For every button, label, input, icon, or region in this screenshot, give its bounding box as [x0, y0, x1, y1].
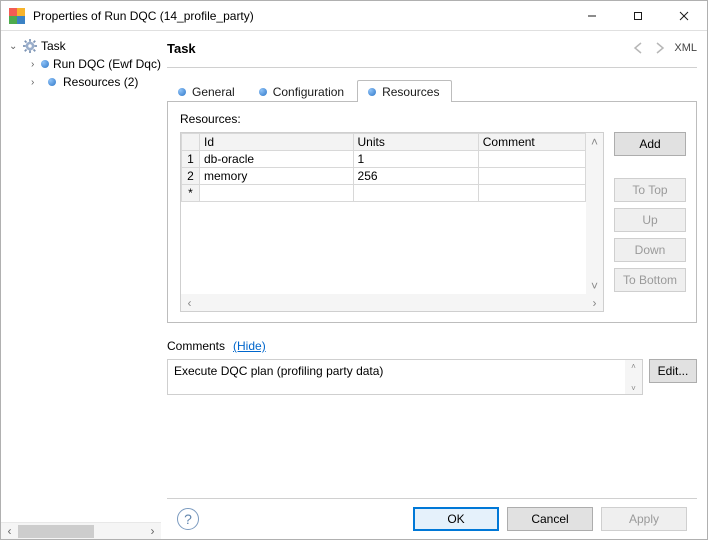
cell-id[interactable]: db-oracle — [200, 151, 354, 168]
comments-label: Comments — [167, 339, 225, 353]
tree-node-resources[interactable]: › Resources (2) — [5, 73, 161, 91]
ok-button[interactable]: OK — [413, 507, 499, 531]
maximize-button[interactable] — [615, 1, 661, 31]
edit-comments-button[interactable]: Edit... — [649, 359, 697, 383]
minimize-button[interactable] — [569, 1, 615, 31]
expand-icon[interactable]: › — [31, 77, 41, 88]
scroll-down-icon[interactable]: ˅ — [625, 382, 642, 394]
bullet-icon — [41, 57, 49, 71]
bullet-icon — [368, 88, 376, 96]
col-header-comment[interactable]: Comment — [478, 134, 585, 151]
to-top-button[interactable]: To Top — [614, 178, 686, 202]
tree-node-label: Task — [41, 39, 66, 53]
row-header: * — [182, 185, 200, 202]
comments-hide-link[interactable]: (Hide) — [233, 339, 266, 353]
table-row[interactable]: 2 memory 256 — [182, 168, 586, 185]
nav-back-icon[interactable] — [630, 39, 648, 57]
cell-units[interactable] — [353, 185, 478, 202]
window-title: Properties of Run DQC (14_profile_party) — [33, 9, 569, 23]
grid-button-column: Add To Top Up Down To Bottom — [614, 132, 686, 312]
tab-bar: General Configuration Resources — [167, 76, 697, 102]
comments-text: Execute DQC plan (profiling party data) — [168, 360, 625, 394]
scroll-right-icon[interactable]: › — [586, 294, 603, 311]
tree-node-run-dqc[interactable]: › Run DQC (Ewf Dqc) — [5, 55, 161, 73]
app-icon — [9, 8, 25, 24]
grid-corner — [182, 134, 200, 151]
table-row-new[interactable]: * — [182, 185, 586, 202]
tree-node-label: Resources (2) — [63, 75, 138, 89]
page-title: Task — [167, 41, 628, 56]
tab-general[interactable]: General — [167, 80, 248, 102]
apply-button[interactable]: Apply — [601, 507, 687, 531]
close-button[interactable] — [661, 1, 707, 31]
tree-node-task[interactable]: ⌄ Task — [5, 37, 161, 55]
row-header: 1 — [182, 151, 200, 168]
cell-comment[interactable] — [478, 151, 585, 168]
tab-label: General — [192, 85, 235, 99]
expand-icon[interactable]: ⌄ — [9, 41, 19, 52]
sidebar-hscrollbar[interactable]: ‹ › — [1, 522, 161, 539]
cancel-button[interactable]: Cancel — [507, 507, 593, 531]
scroll-down-icon[interactable]: ˅ — [586, 277, 603, 294]
comments-section: Comments (Hide) Execute DQC plan (profil… — [167, 339, 697, 395]
to-bottom-button[interactable]: To Bottom — [614, 268, 686, 292]
comments-vscrollbar[interactable]: ˄ ˅ — [625, 360, 642, 394]
bullet-icon — [45, 75, 59, 89]
titlebar: Properties of Run DQC (14_profile_party) — [1, 1, 707, 31]
tab-label: Resources — [382, 85, 439, 99]
tree-node-label: Run DQC (Ewf Dqc) — [53, 57, 161, 71]
table-row[interactable]: 1 db-oracle 1 — [182, 151, 586, 168]
up-button[interactable]: Up — [614, 208, 686, 232]
gear-icon — [23, 39, 37, 53]
scroll-left-icon[interactable]: ‹ — [181, 294, 198, 311]
cell-id[interactable]: memory — [200, 168, 354, 185]
col-header-units[interactable]: Units — [353, 134, 478, 151]
bullet-icon — [178, 88, 186, 96]
cell-units[interactable]: 256 — [353, 168, 478, 185]
scroll-up-icon[interactable]: ˄ — [586, 133, 603, 150]
down-button[interactable]: Down — [614, 238, 686, 262]
scroll-up-icon[interactable]: ˄ — [625, 360, 642, 372]
add-button[interactable]: Add — [614, 132, 686, 156]
expand-icon[interactable]: › — [31, 59, 37, 70]
resources-grid[interactable]: Id Units Comment 1 db-oracle 1 — [180, 132, 604, 312]
dialog-footer: ? OK Cancel Apply — [167, 498, 697, 539]
main-panel: Task XML General Configuration — [161, 31, 707, 539]
tab-configuration[interactable]: Configuration — [248, 80, 357, 102]
cell-id[interactable] — [200, 185, 354, 202]
xml-link[interactable]: XML — [674, 42, 697, 54]
sidebar: ⌄ Task › Run DQC (Ewf Dqc) › Resources (… — [1, 31, 161, 539]
resources-group-label: Resources: — [180, 112, 686, 126]
scroll-left-icon[interactable]: ‹ — [1, 523, 18, 540]
tab-label: Configuration — [273, 85, 344, 99]
cell-comment[interactable] — [478, 185, 585, 202]
col-header-id[interactable]: Id — [200, 134, 354, 151]
grid-vscrollbar[interactable]: ˄ ˅ — [586, 133, 603, 294]
nav-forward-icon[interactable] — [650, 39, 668, 57]
help-icon[interactable]: ? — [177, 508, 199, 530]
cell-comment[interactable] — [478, 168, 585, 185]
tab-resources[interactable]: Resources — [357, 80, 452, 102]
scroll-right-icon[interactable]: › — [144, 523, 161, 540]
scroll-thumb[interactable] — [18, 525, 94, 538]
row-header: 2 — [182, 168, 200, 185]
bullet-icon — [259, 88, 267, 96]
comments-textarea[interactable]: Execute DQC plan (profiling party data) … — [167, 359, 643, 395]
cell-units[interactable]: 1 — [353, 151, 478, 168]
tab-content-resources: Resources: Id Units Comment — [167, 102, 697, 323]
dialog-window: Properties of Run DQC (14_profile_party)… — [0, 0, 708, 540]
grid-hscrollbar[interactable]: ‹ › — [181, 294, 603, 311]
